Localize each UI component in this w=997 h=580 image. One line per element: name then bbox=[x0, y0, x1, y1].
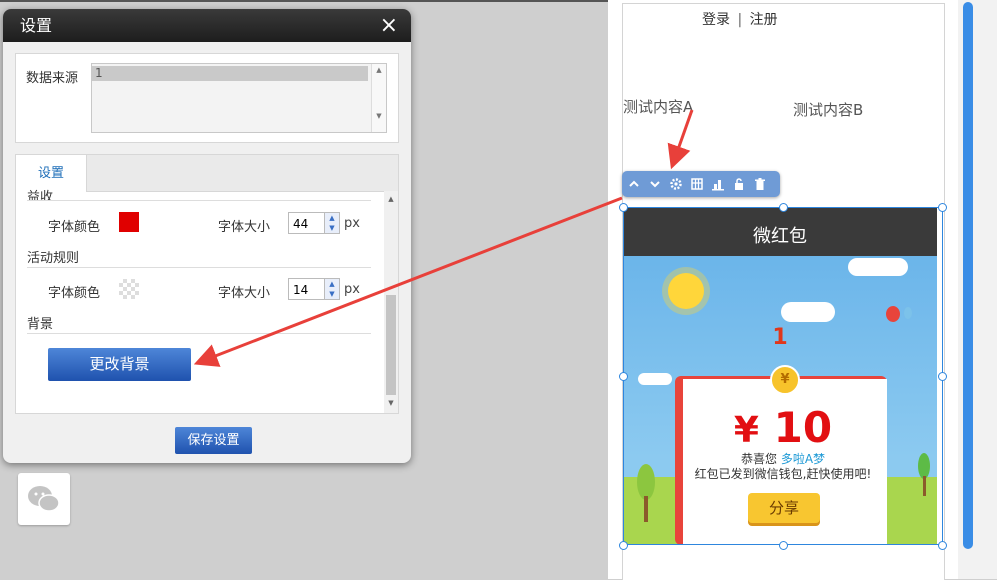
font-color-swatch[interactable] bbox=[119, 212, 139, 232]
stepper[interactable]: ▲ ▼ bbox=[324, 279, 339, 299]
move-up-icon[interactable] bbox=[627, 177, 641, 191]
unit-label: px bbox=[344, 282, 360, 297]
font-color-label: 字体颜色 bbox=[48, 220, 101, 235]
scroll-up-icon[interactable]: ▲ bbox=[384, 195, 398, 203]
section-partial-label: 益收 bbox=[27, 190, 54, 201]
stepper[interactable]: ▲ ▼ bbox=[324, 213, 339, 233]
columns-icon[interactable] bbox=[690, 177, 704, 191]
font-size-label: 字体大小 bbox=[218, 286, 271, 301]
unit-label: px bbox=[344, 216, 360, 231]
resize-handle[interactable] bbox=[619, 203, 628, 212]
element-toolbar bbox=[622, 171, 780, 197]
separator: | bbox=[737, 12, 743, 28]
settings-panel: 设置 益收 字体颜色 字体大小 44 ▲ ▼ px 活动规则 字体颜色 字体大小 1… bbox=[15, 154, 399, 414]
rules-label: 活动规则 bbox=[27, 251, 80, 266]
trash-icon[interactable] bbox=[753, 177, 767, 191]
currency-symbol: ¥ bbox=[733, 410, 759, 451]
font-size-input[interactable]: 44 ▲ ▼ bbox=[288, 212, 340, 234]
sent-message: 红包已发到微信钱包,赶快使用吧! bbox=[694, 467, 872, 481]
resize-handle[interactable] bbox=[938, 372, 947, 381]
balloon-decoration bbox=[886, 306, 912, 322]
resize-handle[interactable] bbox=[938, 541, 947, 550]
font-size-value: 14 bbox=[293, 283, 309, 297]
resize-handle[interactable] bbox=[619, 372, 628, 381]
widget-title: 微红包 bbox=[623, 207, 937, 256]
font-color-swatch-transparent[interactable] bbox=[119, 279, 139, 299]
chart-icon[interactable] bbox=[711, 177, 725, 191]
amount: ¥ 10 bbox=[623, 403, 943, 452]
data-source-textarea[interactable]: 1 ▲ ▼ bbox=[91, 63, 387, 133]
cloud-decoration bbox=[638, 373, 672, 385]
scrollbar-thumb[interactable] bbox=[963, 2, 973, 549]
share-button[interactable]: 分享 bbox=[748, 493, 820, 523]
section-header-partial: 益收 bbox=[27, 182, 371, 201]
resize-handle[interactable] bbox=[779, 541, 788, 550]
gear-icon[interactable] bbox=[669, 177, 683, 191]
wechat-icon bbox=[28, 486, 60, 512]
login-register: 登录 | 注册 bbox=[702, 9, 778, 29]
unlock-icon[interactable] bbox=[732, 177, 746, 191]
save-settings-button[interactable]: 保存设置 bbox=[175, 427, 252, 454]
congrats-prefix: 恭喜您 bbox=[740, 452, 777, 466]
resize-handle[interactable] bbox=[779, 203, 788, 212]
coin-icon: ¥ bbox=[770, 365, 800, 395]
background-label: 背景 bbox=[27, 317, 54, 332]
cloud-decoration bbox=[781, 302, 835, 322]
resize-handle[interactable] bbox=[619, 541, 628, 550]
section-header-background: 背景 bbox=[27, 313, 371, 334]
textarea-scrollbar[interactable]: ▲ ▼ bbox=[371, 64, 386, 132]
move-down-icon[interactable] bbox=[648, 177, 662, 191]
wechat-tile[interactable] bbox=[18, 473, 70, 525]
font-color-label: 字体颜色 bbox=[48, 286, 101, 301]
page-scrollbar[interactable] bbox=[958, 0, 997, 579]
sun-decoration bbox=[668, 273, 704, 309]
user-name: 多啦A梦 bbox=[780, 452, 826, 466]
test-content-a[interactable]: 测试内容A bbox=[623, 96, 693, 117]
data-source-panel: 数据来源 1 ▲ ▼ bbox=[15, 53, 399, 143]
red-envelope-widget[interactable]: 微红包 1 ¥ ¥ 10 恭喜您 多啦A梦 红包已发到微信钱包,赶快使用吧! 分… bbox=[623, 207, 943, 545]
data-source-label: 数据来源 bbox=[26, 71, 79, 86]
tree-decoration bbox=[918, 453, 930, 496]
font-size-label: 字体大小 bbox=[218, 220, 271, 235]
font-size-input[interactable]: 14 ▲ ▼ bbox=[288, 278, 340, 300]
register-link[interactable]: 注册 bbox=[750, 12, 778, 28]
font-size-value: 44 bbox=[293, 217, 309, 231]
cloud-decoration bbox=[848, 258, 908, 276]
scrollbar-thumb[interactable] bbox=[386, 295, 396, 395]
amount-value: 10 bbox=[773, 403, 833, 452]
close-icon[interactable]: × bbox=[380, 9, 398, 42]
data-source-value: 1 bbox=[92, 66, 368, 81]
panel-scrollbar[interactable]: ▲ ▼ bbox=[384, 191, 398, 413]
settings-dialog: 设置 × 数据来源 1 ▲ ▼ 设置 益收 字体颜色 字体大小 44 ▲ ▼ px 活… bbox=[3, 9, 411, 463]
change-background-button[interactable]: 更改背景 bbox=[48, 348, 191, 381]
dialog-titlebar[interactable]: 设置 × bbox=[3, 9, 411, 42]
scroll-down-icon[interactable]: ▼ bbox=[384, 399, 398, 407]
test-content-b[interactable]: 测试内容B bbox=[793, 99, 863, 120]
resize-handle[interactable] bbox=[938, 203, 947, 212]
dialog-title: 设置 bbox=[20, 16, 53, 35]
login-link[interactable]: 登录 bbox=[702, 12, 730, 28]
section-header-rules: 活动规则 bbox=[27, 247, 371, 268]
tree-decoration bbox=[637, 464, 655, 522]
